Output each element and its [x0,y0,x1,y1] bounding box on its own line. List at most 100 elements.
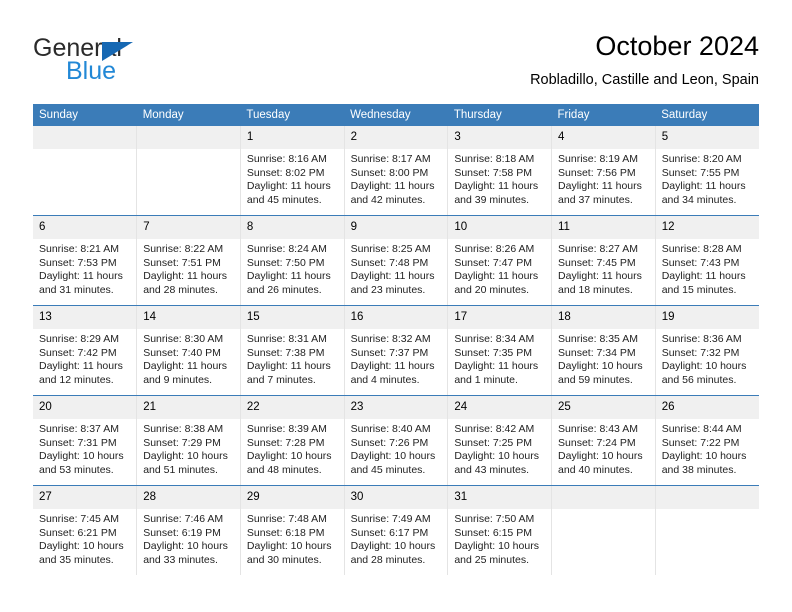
weekday-header-thursday: Thursday [447,104,552,126]
weekday-header-friday: Friday [551,104,656,126]
calendar-day-cell[interactable]: 2 Sunrise: 8:17 AM Sunset: 8:00 PM Daylight… [343,126,448,216]
day-number: 19 [656,306,759,329]
day-number: 1 [241,126,344,149]
calendar-day-cell[interactable]: 12 Sunrise: 8:28 AM Sunset: 7:43 PM Dayligh… [654,215,759,306]
daylight-text: Daylight: 11 hours and 7 minutes. [246,360,331,386]
calendar-day-cell[interactable]: 18 Sunrise: 8:35 AM Sunset: 7:34 PM Dayligh… [551,305,656,396]
page-title: October 2024 [595,31,759,61]
calendar-day-cell[interactable]: 23 Sunrise: 8:40 AM Sunset: 7:26 PM Dayligh… [343,395,448,486]
calendar-week-row: 13 Sunrise: 8:29 AM Sunset: 7:42 PM Dayligh… [33,305,759,396]
day-number: 16 [345,306,448,329]
day-details: Sunrise: 8:19 AM Sunset: 7:56 PM Daylight:… [553,149,655,207]
daylight-text: Daylight: 11 hours and 39 minutes. [454,180,539,206]
calendar-day-cell[interactable]: 10 Sunrise: 8:26 AM Sunset: 7:47 PM Dayligh… [447,215,552,306]
day-number: 4 [552,126,655,149]
calendar-day-cell[interactable]: 21 Sunrise: 8:38 AM Sunset: 7:29 PM Dayligh… [136,395,241,486]
calendar-day-cell[interactable]: 24 Sunrise: 8:42 AM Sunset: 7:25 PM Dayligh… [447,395,552,486]
calendar-day-cell[interactable]: 4 Sunrise: 8:19 AM Sunset: 7:56 PM Daylight… [551,126,656,216]
calendar-day-cell[interactable]: 17 Sunrise: 8:34 AM Sunset: 7:35 PM Dayligh… [447,305,552,396]
calendar-day-cell[interactable]: 27 Sunrise: 7:45 AM Sunset: 6:21 PM Dayligh… [33,485,137,575]
calendar-day-cell[interactable]: 8 Sunrise: 8:24 AM Sunset: 7:50 PM Daylight… [239,215,345,306]
day-details: Sunrise: 8:40 AM Sunset: 7:26 PM Daylight:… [345,419,447,477]
calendar-day-cell[interactable]: 20 Sunrise: 8:37 AM Sunset: 7:31 PM Dayligh… [33,395,137,486]
calendar-week-row: 1 Sunrise: 8:16 AM Sunset: 8:02 PM Daylight… [33,126,759,216]
calendar-week-row: 27 Sunrise: 7:45 AM Sunset: 6:21 PM Dayligh… [33,485,759,575]
calendar-day-cell[interactable]: 13 Sunrise: 8:29 AM Sunset: 7:42 PM Dayligh… [33,305,137,396]
sunset-text: Sunset: 7:47 PM [454,256,532,269]
day-number: 29 [241,486,344,509]
location-subtitle: Robladillo, Castille and Leon, Spain [530,72,759,88]
calendar-day-cell[interactable]: 14 Sunrise: 8:30 AM Sunset: 7:40 PM Dayligh… [136,305,241,396]
sunset-text: Sunset: 6:19 PM [143,526,221,539]
day-details: Sunrise: 8:38 AM Sunset: 7:29 PM Daylight:… [138,419,240,477]
day-details: Sunrise: 8:37 AM Sunset: 7:31 PM Daylight:… [33,419,136,477]
sunrise-text: Sunrise: 8:29 AM [39,333,119,345]
sunset-text: Sunset: 6:18 PM [246,526,325,539]
calendar-day-cell[interactable]: 22 Sunrise: 8:39 AM Sunset: 7:28 PM Dayligh… [239,395,345,486]
sunrise-text: Sunrise: 8:31 AM [246,333,327,345]
sunrise-text: Sunrise: 8:30 AM [143,333,224,345]
sunrise-sunset-calendar: Sunday Monday Tuesday Wednesday Thursday… [33,104,759,575]
day-number: 2 [345,126,448,149]
daylight-text: Daylight: 10 hours and 33 minutes. [143,540,228,566]
weekday-header-saturday: Saturday [655,104,759,126]
calendar-day-cell[interactable]: 5 Sunrise: 8:20 AM Sunset: 7:55 PM Daylight… [654,126,759,216]
sunrise-text: Sunrise: 8:18 AM [454,153,535,165]
title-block: October 2024 Robladillo, Castille and Le… [530,30,759,91]
sunrise-text: Sunrise: 8:35 AM [558,333,638,345]
sunset-text: Sunset: 7:28 PM [246,436,325,449]
day-number [33,126,137,149]
calendar-day-cell[interactable]: 31 Sunrise: 7:50 AM Sunset: 6:15 PM Dayligh… [447,485,552,575]
calendar-day-cell[interactable]: 11 Sunrise: 8:27 AM Sunset: 7:45 PM Dayligh… [551,215,656,306]
calendar-day-cell[interactable]: 25 Sunrise: 8:43 AM Sunset: 7:24 PM Dayligh… [551,395,656,486]
day-number: 26 [656,396,759,419]
sunrise-text: Sunrise: 8:34 AM [454,333,535,345]
calendar-day-cell[interactable]: 7 Sunrise: 8:22 AM Sunset: 7:51 PM Daylight… [136,215,241,306]
day-number: 8 [241,216,344,239]
calendar-day-cell[interactable]: 16 Sunrise: 8:32 AM Sunset: 7:37 PM Dayligh… [343,305,448,396]
daylight-text: Daylight: 10 hours and 35 minutes. [39,540,124,566]
calendar-day-cell[interactable]: 15 Sunrise: 8:31 AM Sunset: 7:38 PM Dayligh… [239,305,345,396]
calendar-day-cell[interactable]: 29 Sunrise: 7:48 AM Sunset: 6:18 PM Dayligh… [239,485,345,575]
day-number: 23 [345,396,448,419]
sunset-text: Sunset: 7:22 PM [661,436,740,449]
sunrise-text: Sunrise: 8:38 AM [143,423,224,435]
day-details: Sunrise: 8:27 AM Sunset: 7:45 PM Daylight:… [553,239,655,297]
sunset-text: Sunset: 7:51 PM [143,256,221,269]
day-number: 13 [33,306,137,329]
calendar-day-cell[interactable]: 9 Sunrise: 8:25 AM Sunset: 7:48 PM Daylight… [343,215,448,306]
sunset-text: Sunset: 7:58 PM [454,166,532,179]
day-details: Sunrise: 8:34 AM Sunset: 7:35 PM Daylight:… [449,329,551,387]
calendar-day-cell[interactable]: 3 Sunrise: 8:18 AM Sunset: 7:58 PM Daylight… [447,126,552,216]
calendar-day-cell[interactable]: 28 Sunrise: 7:46 AM Sunset: 6:19 PM Dayligh… [136,485,241,575]
daylight-text: Daylight: 11 hours and 23 minutes. [350,270,435,296]
daylight-text: Daylight: 11 hours and 12 minutes. [39,360,123,386]
day-number: 17 [448,306,552,329]
sunset-text: Sunset: 7:34 PM [558,346,636,359]
day-number: 5 [656,126,759,149]
daylight-text: Daylight: 11 hours and 9 minutes. [143,360,228,386]
sunrise-text: Sunrise: 8:43 AM [558,423,638,435]
day-details: Sunrise: 8:17 AM Sunset: 8:00 PM Daylight:… [345,149,447,207]
daylight-text: Daylight: 10 hours and 30 minutes. [246,540,332,566]
daylight-text: Daylight: 11 hours and 31 minutes. [39,270,123,296]
day-number: 15 [241,306,344,329]
calendar-day-cell[interactable]: 1 Sunrise: 8:16 AM Sunset: 8:02 PM Daylight… [239,126,345,216]
sunset-text: Sunset: 7:45 PM [558,256,636,269]
day-details: Sunrise: 8:20 AM Sunset: 7:55 PM Daylight:… [656,149,759,207]
day-details: Sunrise: 8:28 AM Sunset: 7:43 PM Daylight:… [656,239,759,297]
brand-logo[interactable]: General Blue [33,34,213,90]
sunset-text: Sunset: 6:21 PM [39,526,117,539]
sunrise-text: Sunrise: 7:50 AM [454,513,535,525]
daylight-text: Daylight: 10 hours and 28 minutes. [350,540,436,566]
calendar-empty-cell [136,126,241,216]
day-number: 31 [448,486,552,509]
sunset-text: Sunset: 6:15 PM [454,526,532,539]
calendar-day-cell[interactable]: 19 Sunrise: 8:36 AM Sunset: 7:32 PM Dayligh… [654,305,759,396]
calendar-week-row: 6 Sunrise: 8:21 AM Sunset: 7:53 PM Daylight… [33,215,759,306]
day-number: 18 [552,306,655,329]
calendar-day-cell[interactable]: 30 Sunrise: 7:49 AM Sunset: 6:17 PM Dayligh… [343,485,448,575]
calendar-day-cell[interactable]: 6 Sunrise: 8:21 AM Sunset: 7:53 PM Daylight… [33,215,137,306]
calendar-day-cell[interactable]: 26 Sunrise: 8:44 AM Sunset: 7:22 PM Dayligh… [654,395,759,486]
sunrise-text: Sunrise: 8:32 AM [350,333,431,345]
